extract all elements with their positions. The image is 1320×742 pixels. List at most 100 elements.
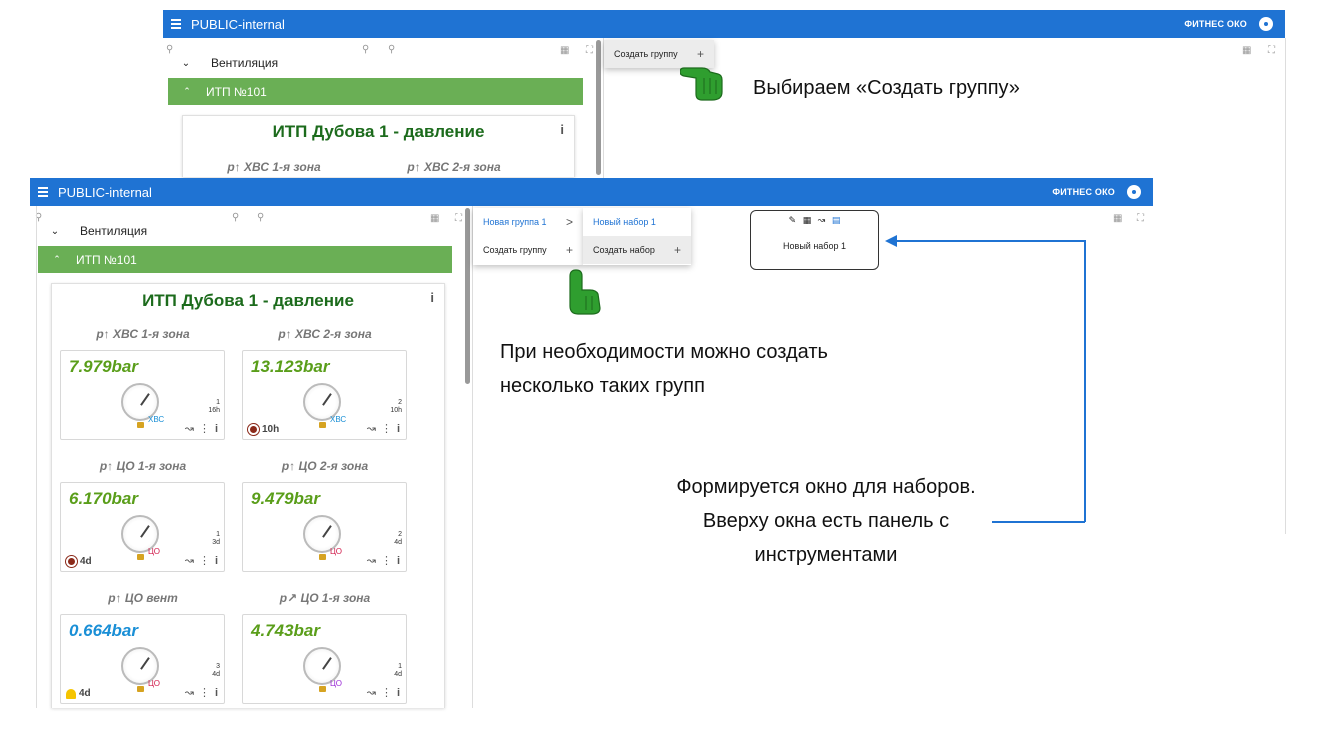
alarm-badge[interactable]: 4d [66, 556, 92, 567]
tile-actions: ↝ ⋮ i [185, 554, 218, 568]
sensor-tile[interactable]: 13.123bar ХВС 2 10h 10h ↝ ⋮ i [242, 350, 407, 440]
more-icon[interactable]: ⋮ [199, 422, 210, 435]
create-set-item[interactable]: Создать набор + [583, 236, 691, 264]
info-icon[interactable]: i [560, 122, 564, 137]
edit-icon[interactable]: ✎ [789, 215, 797, 225]
info-icon[interactable]: i [397, 687, 400, 699]
chevron-right-icon: > [565, 215, 573, 229]
trend-icon[interactable]: ↝ [367, 422, 376, 435]
trend-icon[interactable]: ↝ [367, 686, 376, 699]
callout-line: Вверху окна есть панель с [702, 510, 950, 532]
sensor-tile[interactable]: 7.979bar ХВС 1 16h ↝ ⋮ i [60, 350, 225, 440]
more-icon[interactable]: ⋮ [199, 686, 210, 699]
medium-label: ЦО [148, 547, 160, 556]
set-submenu: Новый набор 1 Создать набор + [583, 208, 691, 265]
create-group-item[interactable]: Создать группу + [473, 236, 583, 264]
sensor-meta: 1 4d [394, 663, 402, 679]
card-title: ИТП Дубова 1 - давление [142, 291, 354, 310]
more-icon[interactable]: ⋮ [199, 554, 210, 567]
more-icon[interactable]: ⋮ [381, 686, 392, 699]
fullscreen-icon[interactable]: ⛶ [1137, 213, 1144, 224]
sensor-tile[interactable]: 0.664bar ЦО 3 4d 4d ↝ ⋮ i [60, 614, 225, 704]
app-bar-back: PUBLIC-internal ФИТНЕС ОКО [163, 10, 1285, 38]
fullscreen-icon[interactable]: ⛶ [455, 213, 462, 224]
sensor-tile[interactable]: 6.170bar ЦО 1 3d 4d ↝ ⋮ i [60, 482, 225, 572]
card-title: ИТП Дубова 1 - давление [272, 122, 485, 141]
new-group-item[interactable]: Новая группа 1 > [473, 208, 583, 236]
gauge-base [319, 554, 326, 560]
arrow-head [885, 235, 897, 247]
trend-icon[interactable]: ↝ [185, 686, 194, 699]
scrollbar[interactable] [596, 40, 601, 175]
trend-icon[interactable]: ↝ [185, 422, 194, 435]
add-widget-icon[interactable]: ▦ [1113, 213, 1122, 224]
meta-age: 4d [212, 671, 220, 678]
sensor-tile[interactable]: 4.743bar ЦО 1 4d ↝ ⋮ i [242, 614, 407, 704]
medium-label: ЦО [330, 679, 342, 688]
plus-icon: + [673, 243, 681, 257]
trend-icon[interactable]: ↝ [367, 554, 376, 567]
new-group-label: Новая группа 1 [483, 217, 547, 227]
tree-subgroup-label: ИТП №101 [76, 252, 137, 267]
medium-label: ЦО [330, 547, 342, 556]
sensor-tile[interactable]: 9.479bar ЦО 2 4d ↝ ⋮ i [242, 482, 407, 572]
tree-group-ventilation[interactable]: ⌄ Вентиляция [176, 54, 576, 72]
tree-group-ventilation[interactable]: ⌄ Вентиляция [45, 222, 445, 240]
pointing-hand-icon [569, 269, 601, 315]
menu-icon[interactable] [171, 19, 181, 29]
info-icon[interactable]: i [430, 290, 434, 305]
app-title: PUBLIC-internal [58, 184, 152, 200]
info-icon[interactable]: i [215, 555, 218, 567]
meta-index: 2 [398, 531, 402, 538]
sensor-label: p↑ ХВС 1-я зона [227, 160, 321, 174]
info-icon[interactable]: i [215, 423, 218, 435]
gear-icon[interactable] [1259, 17, 1273, 31]
app-bar-front: PUBLIC-internal ФИТНЕС ОКО [30, 178, 1153, 206]
info-icon[interactable]: i [215, 687, 218, 699]
scrollbar[interactable] [465, 208, 470, 384]
more-icon[interactable]: ⋮ [381, 422, 392, 435]
tile-actions: ↝ ⋮ i [367, 554, 400, 568]
trend-icon[interactable]: ↝ [185, 554, 194, 567]
tree-subgroup-itp[interactable]: ⌃ ИТП №101 [38, 246, 452, 273]
sensor-meta: 1 16h [208, 399, 220, 415]
sensor-meta: 3 4d [212, 663, 220, 679]
gauge-base [319, 422, 326, 428]
create-group-label: Создать группу [483, 245, 547, 255]
tile-actions: ↝ ⋮ i [367, 422, 400, 436]
medium-label: ХВС [330, 415, 347, 424]
fullscreen-icon[interactable]: ⛶ [586, 45, 593, 56]
info-icon[interactable]: i [397, 555, 400, 567]
add-widget-icon[interactable]: ▦ [1242, 45, 1251, 56]
create-set-label: Создать набор [593, 245, 655, 255]
meta-index: 1 [216, 399, 220, 406]
meta-age: 4d [394, 671, 402, 678]
alarm-age: 4d [79, 688, 91, 699]
grid-icon[interactable]: ▦ [803, 215, 812, 225]
info-icon[interactable]: i [397, 423, 400, 435]
create-group-label: Создать группу [614, 49, 678, 59]
more-icon[interactable]: ⋮ [381, 554, 392, 567]
table-icon[interactable]: ▤ [832, 215, 841, 225]
gear-icon[interactable] [1127, 185, 1141, 199]
alarm-icon [248, 424, 259, 435]
alarm-badge[interactable]: 4d [66, 688, 91, 699]
new-set-item[interactable]: Новый набор 1 [583, 208, 691, 236]
menu-icon[interactable] [38, 187, 48, 197]
divider [36, 206, 37, 708]
callout-line: несколько таких групп [500, 375, 705, 397]
alarm-badge[interactable]: 10h [248, 424, 279, 435]
alarm-age: 10h [262, 424, 280, 435]
meta-index: 3 [216, 663, 220, 670]
chevron-up-icon: ⌃ [53, 254, 61, 264]
meta-age: 10h [390, 407, 402, 414]
meta-index: 1 [216, 531, 220, 538]
search-icon[interactable]: ⚲ [166, 44, 173, 55]
sensor-meta: 2 10h [390, 399, 402, 415]
sensor-label: p↑ ХВС 2-я зона [407, 160, 501, 174]
chart-icon[interactable]: ↝ [818, 215, 826, 225]
tree-subgroup-itp[interactable]: ⌃ ИТП №101 [168, 78, 583, 105]
new-set-window[interactable]: ✎ ▦ ↝ ▤ Новый набор 1 [750, 210, 879, 270]
brand-label: ФИТНЕС ОКО [1184, 19, 1247, 29]
fullscreen-icon[interactable]: ⛶ [1268, 45, 1275, 56]
